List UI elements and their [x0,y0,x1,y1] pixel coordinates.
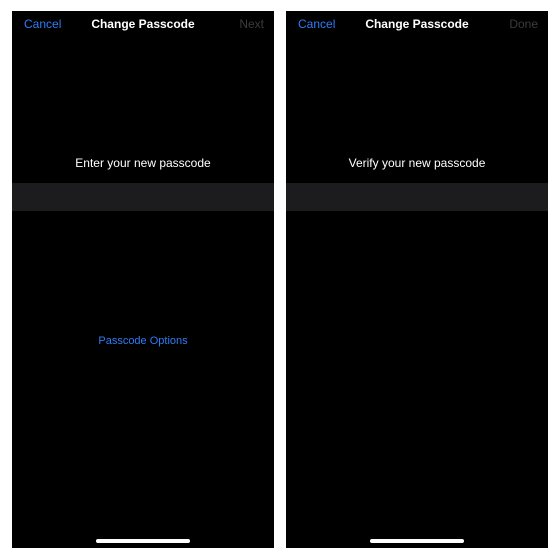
home-indicator[interactable] [96,539,190,543]
verify-passcode-screen: Cancel Change Passcode Done Verify your … [286,11,548,548]
done-button[interactable]: Done [509,17,538,31]
passcode-options-button[interactable]: Passcode Options [98,335,187,347]
enter-passcode-screen: Cancel Change Passcode Next Enter your n… [12,11,274,548]
page-title: Change Passcode [91,17,195,31]
canvas: Cancel Change Passcode Next Enter your n… [0,0,560,560]
passcode-entry-field[interactable] [12,183,274,211]
navigation-bar: Cancel Change Passcode Next [12,11,274,37]
passcode-options-container: Passcode Options [12,334,274,348]
page-title: Change Passcode [365,17,469,31]
home-indicator[interactable] [370,539,464,543]
passcode-entry-field[interactable] [286,183,548,211]
cancel-button[interactable]: Cancel [298,17,335,31]
next-button[interactable]: Next [239,17,264,31]
cancel-button[interactable]: Cancel [24,17,61,31]
navigation-bar: Cancel Change Passcode Done [286,11,548,37]
passcode-prompt: Enter your new passcode [75,156,211,170]
passcode-prompt: Verify your new passcode [348,156,486,170]
